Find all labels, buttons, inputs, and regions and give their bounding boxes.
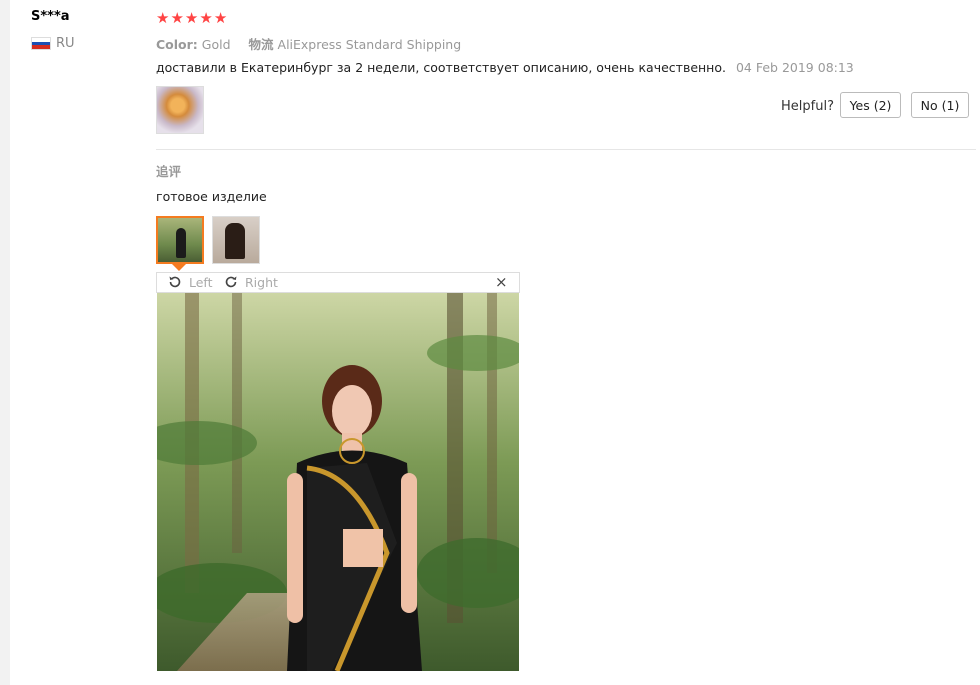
order-meta: Color: Gold 物流 AliExpress Standard Shipp… xyxy=(156,34,461,53)
left-gutter xyxy=(0,0,10,685)
star-icon: ★ xyxy=(199,9,213,27)
russia-flag-icon xyxy=(31,37,51,50)
rotate-left-label: Left xyxy=(189,274,213,290)
followup-photo-thumbnail-2[interactable] xyxy=(212,216,260,264)
followup-text: готовое изделие xyxy=(156,189,267,204)
star-icon: ★ xyxy=(213,9,228,27)
star-icon: ★ xyxy=(170,9,184,27)
color-label: Color: xyxy=(156,37,198,52)
helpful-yes-button[interactable]: Yes (2) xyxy=(840,92,901,118)
review-photo-thumbnail[interactable] xyxy=(156,86,204,134)
review-text: доставили в Екатеринбург за 2 недели, со… xyxy=(156,60,726,75)
close-icon[interactable]: × xyxy=(495,273,508,292)
followup-photo-thumbnail-1[interactable] xyxy=(156,216,204,264)
rotate-left-icon xyxy=(169,276,181,288)
helpful-no-button[interactable]: No (1) xyxy=(911,92,969,118)
section-divider xyxy=(156,149,976,150)
rotate-right-icon xyxy=(225,276,237,288)
image-viewer-toolbar: Left Right × xyxy=(156,272,520,293)
selected-thumbnail-pointer xyxy=(172,264,186,271)
expanded-review-photo xyxy=(157,293,519,671)
rotate-right-label: Right xyxy=(245,274,278,290)
reviewer-country: RU xyxy=(31,36,75,51)
color-value: Gold xyxy=(201,37,231,52)
rating-stars: ★ ★ ★ ★ ★ xyxy=(156,9,227,27)
review-body: доставили в Екатеринбург за 2 недели, со… xyxy=(156,60,854,75)
star-icon: ★ xyxy=(184,9,199,27)
rotate-right-button[interactable]: Right xyxy=(223,274,278,290)
reviewer-name: S***a xyxy=(31,9,70,24)
country-code: RU xyxy=(56,36,75,51)
followup-title: 追评 xyxy=(156,164,182,179)
helpful-label: Helpful? xyxy=(781,99,834,114)
star-icon: ★ xyxy=(156,9,170,27)
review-date: 04 Feb 2019 08:13 xyxy=(735,60,854,75)
rotate-left-button[interactable]: Left xyxy=(167,274,213,290)
shipping-value: AliExpress Standard Shipping xyxy=(277,37,462,52)
shipping-label: 物流 xyxy=(248,37,274,52)
